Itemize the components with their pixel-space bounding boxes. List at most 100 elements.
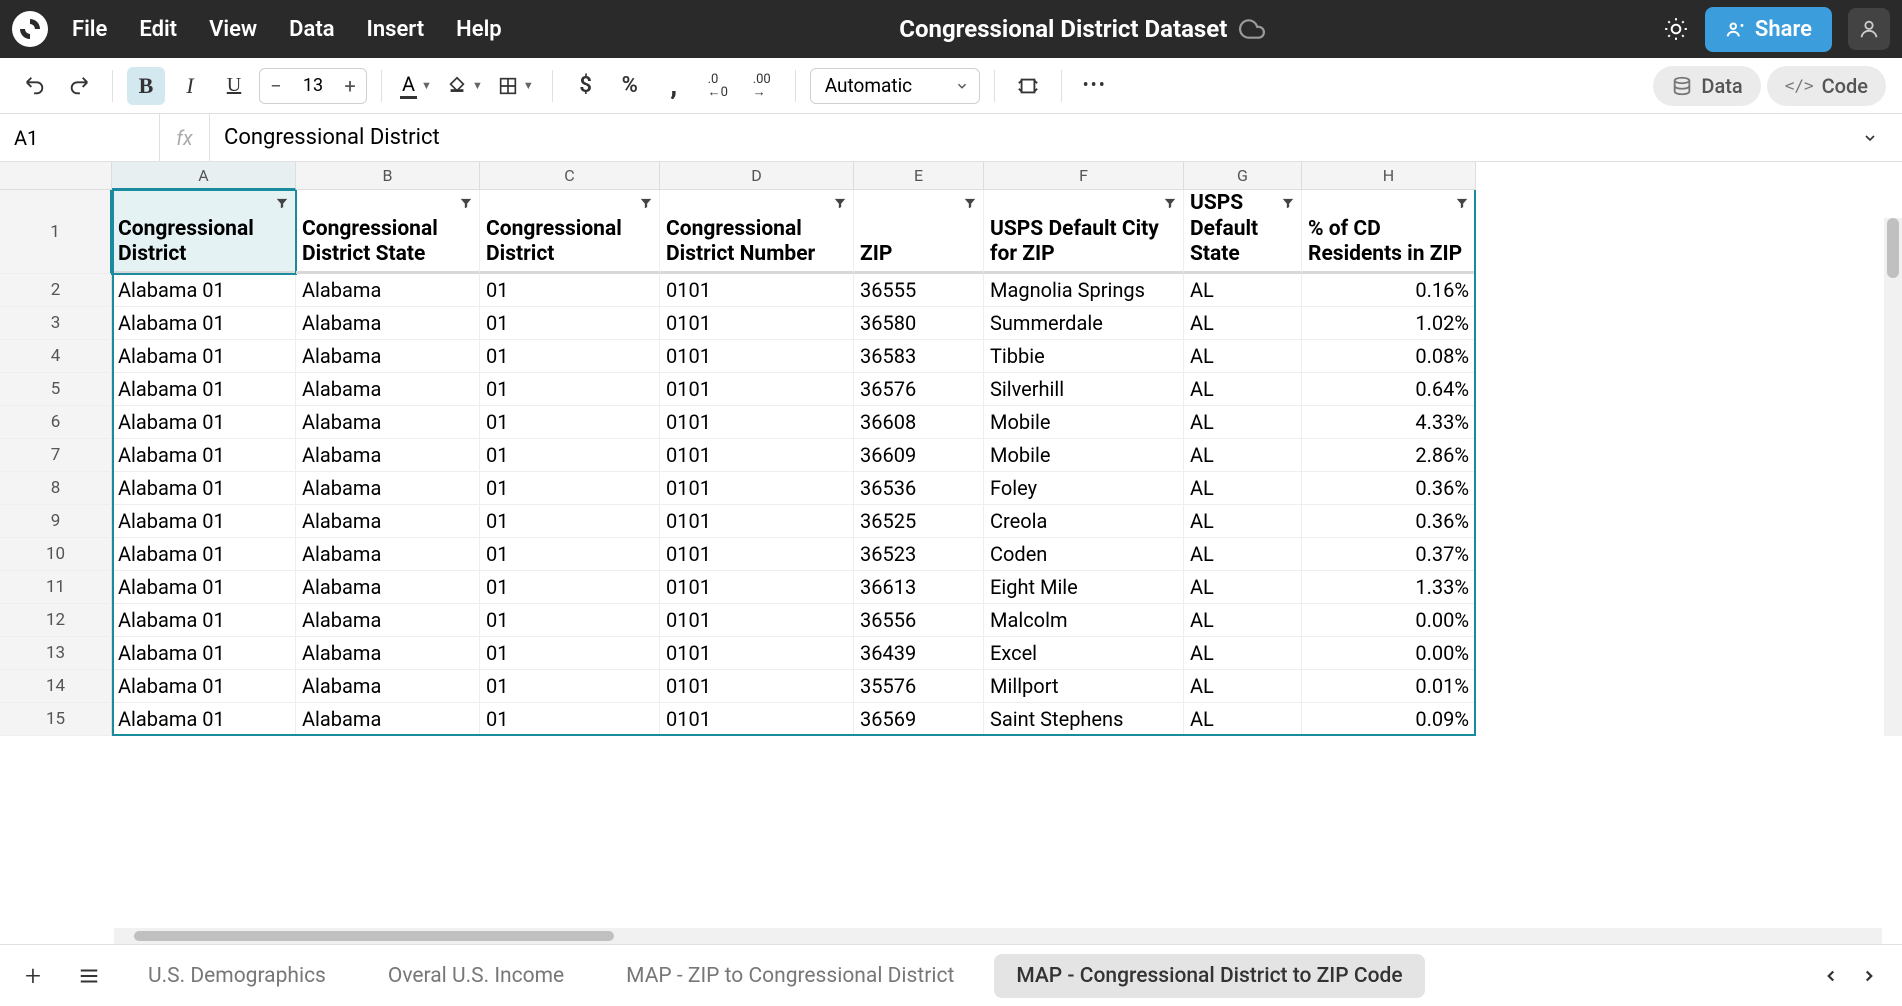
- data-cell[interactable]: Tibbie: [984, 340, 1184, 373]
- text-color-button[interactable]: A▼: [396, 72, 436, 99]
- menu-data[interactable]: Data: [289, 17, 334, 42]
- column-header-A[interactable]: A: [112, 162, 296, 190]
- horizontal-scrollbar-thumb[interactable]: [134, 931, 614, 941]
- bold-button[interactable]: B: [127, 67, 165, 105]
- font-size-input[interactable]: [292, 75, 334, 96]
- data-cell[interactable]: Alabama: [296, 604, 480, 637]
- row-header-14[interactable]: 14: [0, 670, 112, 703]
- row-header-5[interactable]: 5: [0, 373, 112, 406]
- data-cell[interactable]: 36525: [854, 505, 984, 538]
- data-cell[interactable]: 01: [480, 637, 660, 670]
- data-cell[interactable]: 36576: [854, 373, 984, 406]
- data-cell[interactable]: Summerdale: [984, 307, 1184, 340]
- data-cell[interactable]: Alabama 01: [112, 538, 296, 571]
- data-cell[interactable]: 0.09%: [1302, 703, 1476, 736]
- formula-expand-button[interactable]: [1862, 130, 1902, 146]
- data-cell[interactable]: 36569: [854, 703, 984, 736]
- add-sheet-button[interactable]: +: [14, 957, 52, 995]
- filter-icon[interactable]: [275, 196, 289, 210]
- data-cell[interactable]: 36613: [854, 571, 984, 604]
- data-cell[interactable]: 01: [480, 505, 660, 538]
- data-cell[interactable]: Alabama 01: [112, 406, 296, 439]
- data-panel-button[interactable]: Data: [1653, 66, 1760, 106]
- number-format-select[interactable]: Automatic: [810, 68, 980, 104]
- data-cell[interactable]: Alabama 01: [112, 703, 296, 736]
- data-cell[interactable]: Alabama 01: [112, 439, 296, 472]
- data-cell[interactable]: 01: [480, 340, 660, 373]
- data-cell[interactable]: 0101: [660, 604, 854, 637]
- data-cell[interactable]: AL: [1184, 307, 1302, 340]
- cloud-sync-icon[interactable]: [1239, 16, 1265, 42]
- data-cell[interactable]: Alabama: [296, 340, 480, 373]
- data-cell[interactable]: 0101: [660, 340, 854, 373]
- data-cell[interactable]: 0101: [660, 373, 854, 406]
- column-header-C[interactable]: C: [480, 162, 660, 190]
- row-header-11[interactable]: 11: [0, 571, 112, 604]
- data-cell[interactable]: 36556: [854, 604, 984, 637]
- data-cell[interactable]: AL: [1184, 637, 1302, 670]
- undo-button[interactable]: [16, 67, 54, 105]
- data-cell[interactable]: 36608: [854, 406, 984, 439]
- redo-button[interactable]: [60, 67, 98, 105]
- header-cell[interactable]: Congressional District: [480, 190, 660, 274]
- data-cell[interactable]: Alabama 01: [112, 604, 296, 637]
- data-cell[interactable]: 01: [480, 406, 660, 439]
- row-header-1[interactable]: 1: [0, 190, 112, 274]
- data-cell[interactable]: Alabama: [296, 439, 480, 472]
- data-cell[interactable]: 0.16%: [1302, 274, 1476, 307]
- data-cell[interactable]: 0.00%: [1302, 637, 1476, 670]
- share-button[interactable]: Share: [1705, 7, 1832, 52]
- data-cell[interactable]: 36536: [854, 472, 984, 505]
- row-header-13[interactable]: 13: [0, 637, 112, 670]
- data-cell[interactable]: 0.00%: [1302, 604, 1476, 637]
- data-cell[interactable]: 36439: [854, 637, 984, 670]
- menu-help[interactable]: Help: [456, 17, 502, 42]
- data-cell[interactable]: 4.33%: [1302, 406, 1476, 439]
- data-cell[interactable]: Alabama: [296, 538, 480, 571]
- data-cell[interactable]: Mobile: [984, 406, 1184, 439]
- data-cell[interactable]: Excel: [984, 637, 1184, 670]
- data-cell[interactable]: 01: [480, 571, 660, 604]
- data-cell[interactable]: AL: [1184, 670, 1302, 703]
- code-panel-button[interactable]: </> Code: [1767, 66, 1886, 106]
- data-cell[interactable]: AL: [1184, 604, 1302, 637]
- data-cell[interactable]: 0101: [660, 670, 854, 703]
- data-cell[interactable]: Alabama 01: [112, 340, 296, 373]
- data-cell[interactable]: Alabama 01: [112, 637, 296, 670]
- tabs-next-button[interactable]: [1860, 967, 1878, 985]
- data-cell[interactable]: Alabama 01: [112, 670, 296, 703]
- data-cell[interactable]: 2.86%: [1302, 439, 1476, 472]
- data-cell[interactable]: 0.36%: [1302, 505, 1476, 538]
- horizontal-scrollbar[interactable]: [114, 928, 1882, 944]
- header-cell[interactable]: Congressional District State: [296, 190, 480, 274]
- data-cell[interactable]: Alabama 01: [112, 472, 296, 505]
- increase-decimal-button[interactable]: .00→: [743, 67, 781, 105]
- data-cell[interactable]: Alabama 01: [112, 571, 296, 604]
- data-cell[interactable]: Alabama: [296, 406, 480, 439]
- vertical-scrollbar[interactable]: [1884, 218, 1902, 736]
- currency-button[interactable]: $: [567, 67, 605, 105]
- data-cell[interactable]: 0.37%: [1302, 538, 1476, 571]
- data-cell[interactable]: Creola: [984, 505, 1184, 538]
- data-cell[interactable]: Silverhill: [984, 373, 1184, 406]
- italic-button[interactable]: I: [171, 67, 209, 105]
- filter-icon[interactable]: [1163, 196, 1177, 210]
- data-cell[interactable]: 36523: [854, 538, 984, 571]
- data-cell[interactable]: 1.33%: [1302, 571, 1476, 604]
- data-cell[interactable]: Mobile: [984, 439, 1184, 472]
- data-cell[interactable]: 0101: [660, 637, 854, 670]
- row-header-9[interactable]: 9: [0, 505, 112, 538]
- data-cell[interactable]: Alabama 01: [112, 505, 296, 538]
- data-cell[interactable]: AL: [1184, 703, 1302, 736]
- row-header-2[interactable]: 2: [0, 274, 112, 307]
- sheet-tab[interactable]: MAP - Congressional District to ZIP Code: [994, 954, 1424, 998]
- data-cell[interactable]: Alabama: [296, 703, 480, 736]
- filter-icon[interactable]: [833, 196, 847, 210]
- column-header-G[interactable]: G: [1184, 162, 1302, 190]
- header-cell[interactable]: Congressional District: [112, 190, 296, 274]
- data-cell[interactable]: Alabama: [296, 670, 480, 703]
- user-profile-button[interactable]: [1848, 8, 1890, 50]
- data-cell[interactable]: 35576: [854, 670, 984, 703]
- column-header-D[interactable]: D: [660, 162, 854, 190]
- menu-insert[interactable]: Insert: [367, 17, 425, 42]
